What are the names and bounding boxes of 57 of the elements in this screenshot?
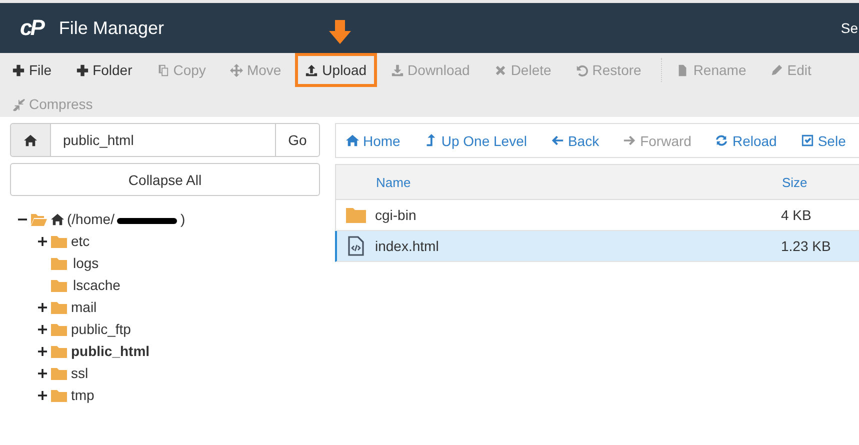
download-icon xyxy=(390,64,404,76)
path-field[interactable]: public_html xyxy=(51,123,275,157)
file-size: 4 KB xyxy=(781,207,812,223)
home-icon xyxy=(24,134,37,146)
home-button[interactable] xyxy=(10,123,51,157)
plus-icon[interactable] xyxy=(38,302,47,312)
copy-icon xyxy=(156,64,170,76)
plus-icon[interactable] xyxy=(38,346,47,356)
file-name: index.html xyxy=(375,238,440,254)
file-row[interactable]: index.html 1.23 KB xyxy=(335,231,859,262)
tree-item[interactable]: public_html xyxy=(71,343,150,359)
toolbar-button[interactable]: File xyxy=(4,58,60,82)
left-arrow-icon xyxy=(550,134,564,147)
nav-button[interactable]: Sele xyxy=(800,132,846,148)
go-button[interactable]: Go xyxy=(275,123,320,157)
right-arrow-icon xyxy=(623,134,636,147)
logo: cP xyxy=(20,15,43,41)
app-title: File Manager xyxy=(58,18,164,38)
plus-icon xyxy=(76,64,89,76)
tree-item[interactable]: ssl xyxy=(71,365,88,381)
nav-button[interactable]: Back xyxy=(550,132,600,148)
up-arrow-icon xyxy=(424,134,438,147)
toolbar-button[interactable]: Folder xyxy=(68,58,140,82)
tree-item-end: ) xyxy=(180,211,186,227)
tree-item[interactable]: public_ftp xyxy=(71,321,131,337)
header-text: Se xyxy=(840,20,858,36)
delete-icon xyxy=(494,64,507,76)
plus-icon xyxy=(12,64,25,76)
tree-item[interactable]: logs xyxy=(73,255,99,271)
down-arrow-icon xyxy=(328,20,351,44)
plus-icon[interactable] xyxy=(38,324,47,334)
plus-icon[interactable] xyxy=(38,390,47,400)
pencil-icon xyxy=(770,64,784,76)
tree-item[interactable]: mail xyxy=(71,299,97,315)
compress-icon xyxy=(12,98,25,110)
upload-icon xyxy=(305,64,318,76)
reload-icon xyxy=(715,134,728,147)
home-icon xyxy=(346,134,359,147)
column-header[interactable]: Name xyxy=(376,174,782,190)
open-folder-icon xyxy=(31,212,47,226)
move-icon xyxy=(230,64,243,76)
tree-item[interactable]: lscache xyxy=(73,277,120,293)
column-header[interactable]: Size xyxy=(782,174,808,190)
collapse-all-button[interactable]: Collapse All xyxy=(10,163,320,196)
file-size: 1.23 KB xyxy=(781,238,831,254)
file-name: cgi-bin xyxy=(375,207,418,223)
tree-item[interactable]: etc xyxy=(71,233,90,249)
tree-item[interactable]: (/home/ xyxy=(67,211,114,227)
plus-icon[interactable] xyxy=(38,236,47,246)
tree-item[interactable]: tmp xyxy=(71,387,94,403)
plus-icon[interactable] xyxy=(38,368,47,378)
nav-button[interactable]: Home xyxy=(346,132,400,148)
checkbox-icon xyxy=(800,134,814,147)
nav-button[interactable]: Up One Level xyxy=(424,132,527,148)
toolbar-button[interactable]: Upload xyxy=(295,53,377,87)
restore-icon xyxy=(575,64,588,76)
nav-button[interactable]: Reload xyxy=(715,132,777,148)
